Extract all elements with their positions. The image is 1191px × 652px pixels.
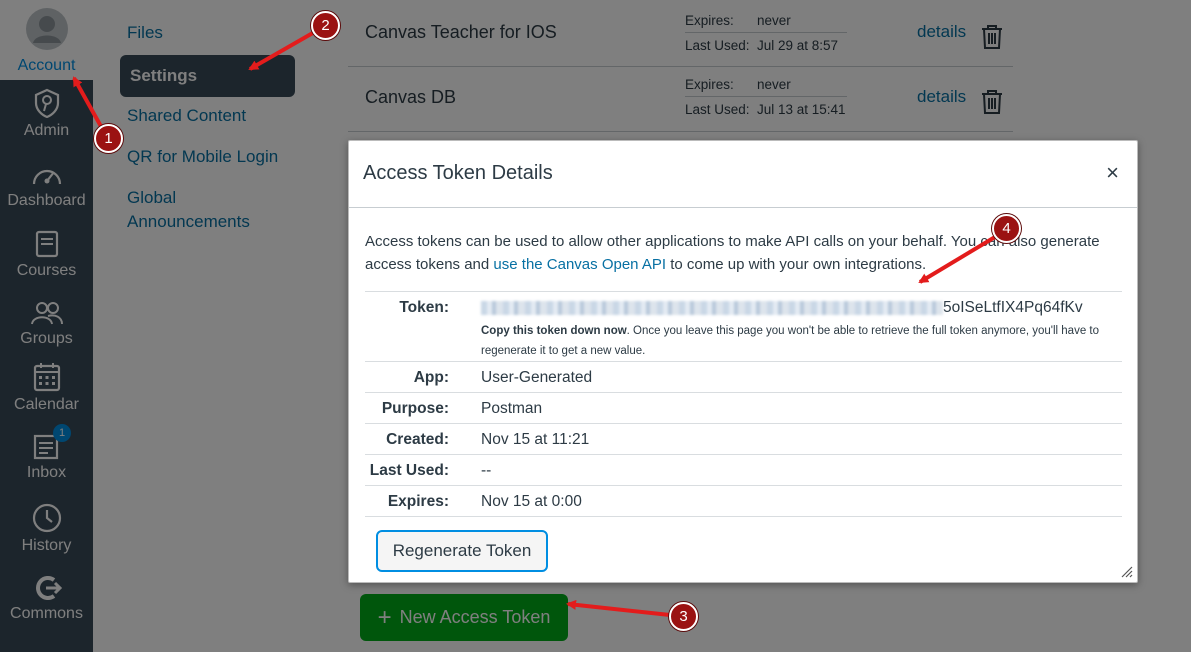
annotation-arrows (72, 28, 1002, 617)
arrow-2 (248, 28, 319, 71)
arrow-1 (72, 76, 105, 131)
callout-2: 2 (311, 11, 340, 40)
callout-3: 3 (669, 602, 698, 631)
callout-1: 1 (94, 124, 123, 153)
arrow-4 (918, 232, 1002, 284)
arrow-3 (566, 599, 671, 617)
callout-4: 4 (992, 214, 1021, 243)
